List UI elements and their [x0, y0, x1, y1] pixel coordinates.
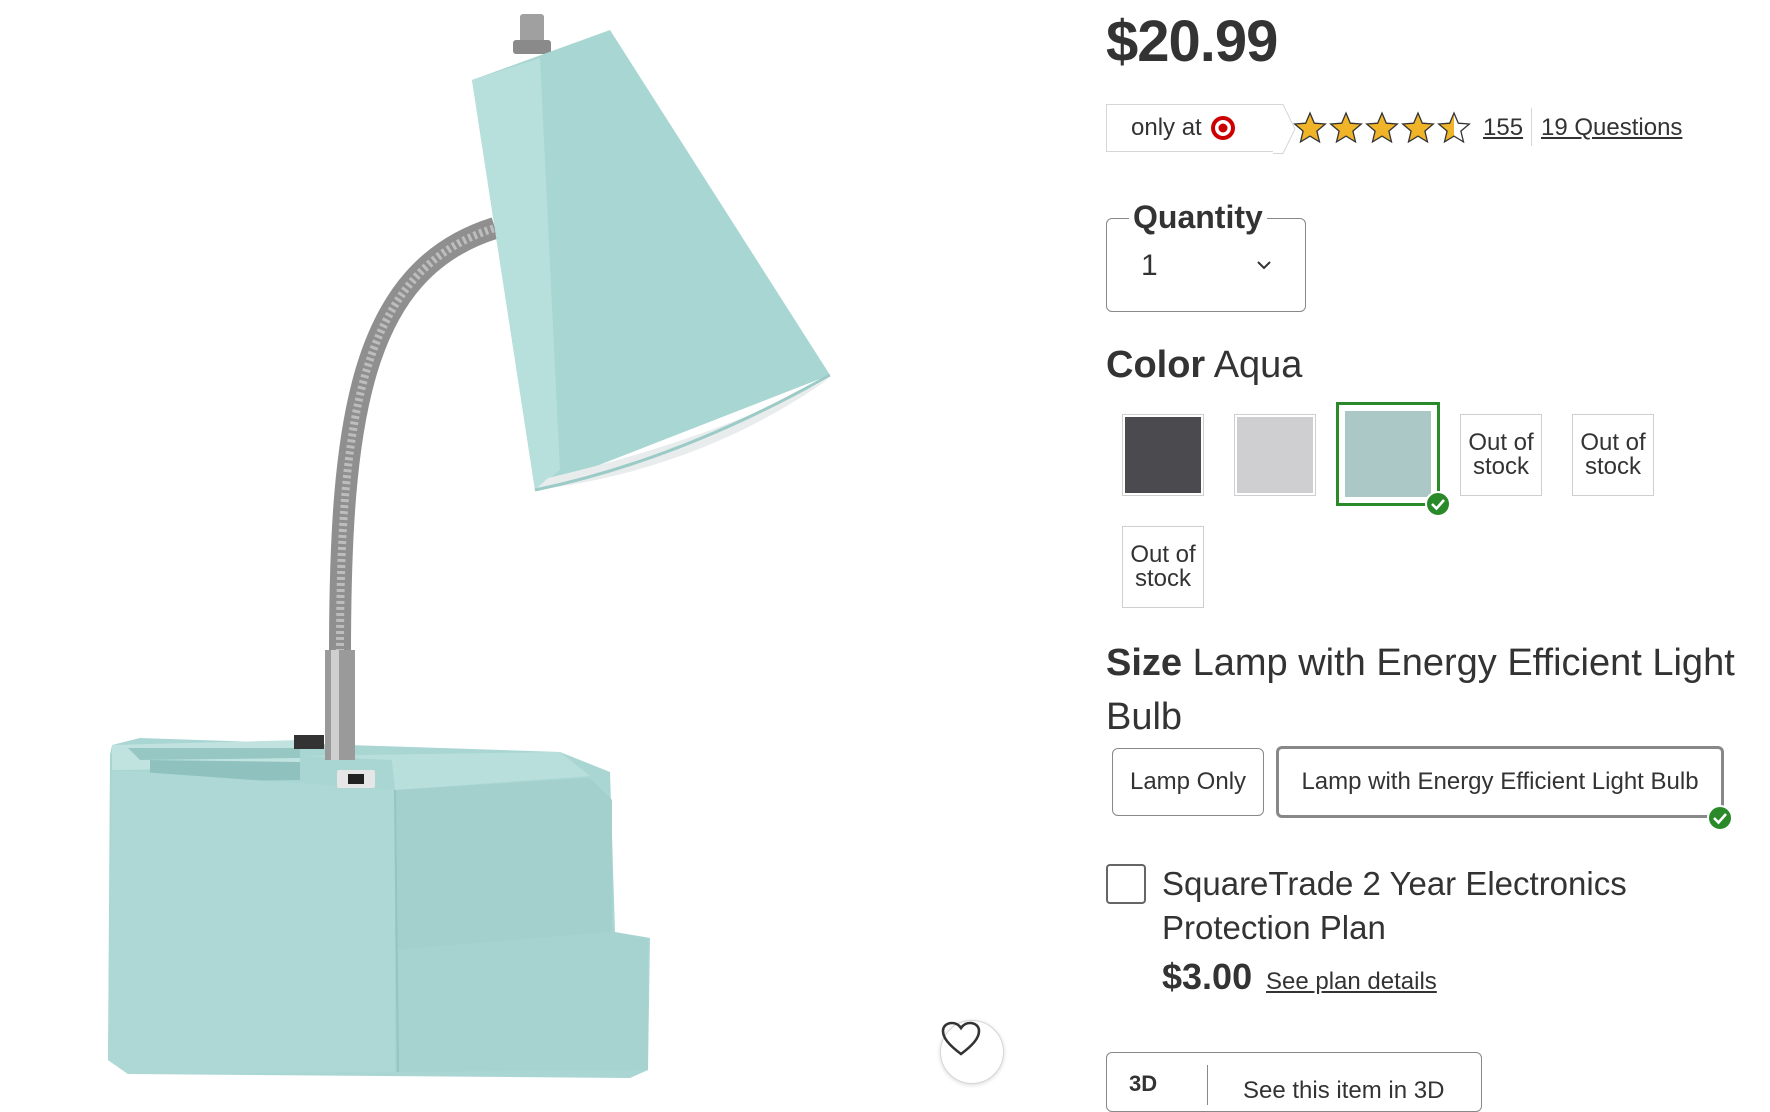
product-image[interactable] [0, 0, 1050, 1092]
star-full-icon [1401, 111, 1435, 144]
quantity-label: Quantity [1129, 199, 1267, 236]
star-half-icon [1437, 111, 1471, 144]
only-at-target-badge: only at [1106, 104, 1296, 154]
size-option-lamp-only[interactable]: Lamp Only [1112, 748, 1264, 816]
color-swatch-out-of-stock[interactable]: Out of stock [1122, 526, 1204, 608]
view-in-3d-label: See this item in 3D [1243, 1077, 1445, 1104]
view-in-3d-button[interactable]: 3D See this item in 3D [1106, 1052, 1482, 1112]
protection-plan-title: SquareTrade 2 Year Electronics Protectio… [1162, 865, 1627, 946]
size-option-label: Lamp with Energy Efficient Light Bulb [1301, 768, 1699, 795]
color-swatch-aqua[interactable] [1336, 402, 1451, 517]
size-option-lamp-with-bulb[interactable]: Lamp with Energy Efficient Light Bulb [1276, 746, 1733, 831]
heart-icon [941, 1021, 981, 1056]
protection-plan-checkbox[interactable] [1106, 864, 1146, 904]
badge-rating-row: only at 155 19 Questions [1106, 104, 1756, 154]
questions-link[interactable]: 19 Questions [1541, 114, 1682, 142]
product-price: $20.99 [1106, 9, 1278, 74]
rating-divider [1531, 108, 1532, 146]
see-plan-details-link[interactable]: See plan details [1266, 968, 1437, 996]
out-of-stock-label: Out of stock [1130, 541, 1196, 592]
swatch-fill [1237, 417, 1313, 493]
checkmark-icon [1707, 805, 1733, 831]
star-full-icon [1329, 111, 1363, 144]
protection-plan-price: $3.00 [1162, 956, 1253, 997]
quantity-select[interactable]: Quantity 1 [1106, 199, 1306, 312]
color-heading: Color Aqua [1106, 344, 1302, 387]
out-of-stock-label: Out of stock [1580, 429, 1646, 480]
size-selected-value: Lamp with Energy Efficient Light Bulb [1106, 642, 1735, 738]
chevron-down-icon [1257, 261, 1271, 270]
checkmark-icon [1425, 491, 1451, 517]
size-label: Size [1106, 642, 1183, 684]
color-swatch-out-of-stock[interactable]: Out of stock [1460, 414, 1542, 496]
view-3d-divider [1207, 1065, 1208, 1105]
3d-icon: 3D [1129, 1071, 1158, 1096]
star-full-icon [1293, 111, 1327, 144]
color-swatch-charcoal[interactable] [1122, 414, 1204, 496]
review-count-link[interactable]: 155 [1483, 114, 1523, 142]
product-details-panel: $20.99 only at 155 19 Questions Quantity… [1106, 0, 1756, 1112]
size-option-label: Lamp Only [1129, 768, 1247, 795]
swatch-fill [1125, 417, 1201, 493]
color-label: Color [1106, 344, 1206, 386]
color-swatch-gray[interactable] [1234, 414, 1316, 496]
only-at-label: only at [1131, 114, 1202, 141]
favorite-button[interactable] [940, 1020, 1004, 1084]
color-selected-value: Aqua [1213, 344, 1303, 386]
target-logo-icon [1210, 116, 1235, 140]
out-of-stock-label: Out of stock [1468, 429, 1534, 480]
quantity-value: 1 [1141, 249, 1158, 282]
star-full-icon [1365, 111, 1399, 144]
color-swatch-out-of-stock[interactable]: Out of stock [1572, 414, 1654, 496]
size-heading: Size Lamp with Energy Efficient Light Bu… [1106, 636, 1756, 744]
swatch-fill [1345, 411, 1431, 497]
lamp-illustration [108, 14, 831, 1078]
rating-stars[interactable] [1292, 110, 1472, 146]
